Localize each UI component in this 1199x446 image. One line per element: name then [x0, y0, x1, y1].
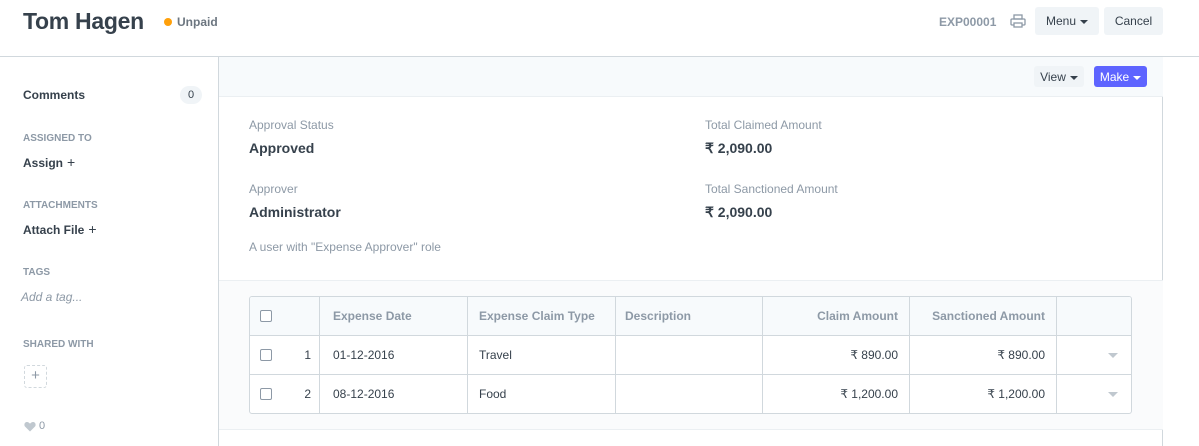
- total-sanctioned-value: ₹ 2,090.00: [705, 204, 773, 220]
- total-claimed-value: ₹ 2,090.00: [705, 140, 773, 156]
- row-actions-cell: [1057, 336, 1131, 374]
- column-header: Expense Date: [320, 297, 468, 335]
- section-divider: [219, 429, 1163, 430]
- actions-header: [1057, 297, 1131, 335]
- row-checkbox[interactable]: [260, 388, 272, 400]
- plus-icon: +: [67, 154, 76, 170]
- status-text: Unpaid: [177, 15, 218, 29]
- attach-file-text: Attach File: [23, 223, 85, 237]
- menu-button-label: Menu: [1045, 14, 1077, 28]
- approver-description: A user with "Expense Approver" role: [249, 240, 441, 254]
- view-button-label: View: [1040, 69, 1066, 84]
- column-header: Expense Claim Type: [468, 297, 616, 335]
- status-indicator: Unpaid: [164, 15, 218, 29]
- assign-link[interactable]: Assign +: [23, 154, 75, 170]
- description-cell[interactable]: [616, 336, 763, 374]
- sanctioned-amount-cell[interactable]: ₹ 890.00: [910, 336, 1057, 374]
- status-dot-icon: [164, 18, 172, 26]
- add-share-button[interactable]: +: [24, 365, 47, 388]
- assign-link-text: Assign: [23, 156, 64, 170]
- expense-date-cell[interactable]: 01-12-2016: [320, 336, 468, 374]
- sanctioned-amount-cell[interactable]: ₹ 1,200.00: [910, 375, 1057, 413]
- expense-type-cell[interactable]: Food: [468, 375, 616, 413]
- row-index: 2: [285, 375, 320, 413]
- column-header: Claim Amount: [763, 297, 910, 335]
- shared-with-label: SHARED WITH: [23, 339, 94, 350]
- approval-status-value: Approved: [249, 140, 315, 156]
- select-all-checkbox[interactable]: [260, 310, 272, 322]
- attachments-label: ATTACHMENTS: [23, 200, 98, 211]
- plus-icon: +: [88, 221, 97, 237]
- table-row[interactable]: 1 01-12-2016 Travel ₹ 890.00 ₹ 890.00: [250, 336, 1131, 375]
- select-all-cell: [250, 297, 285, 335]
- form-toolbar: View Make: [219, 57, 1163, 97]
- document-id: EXP00001: [939, 15, 997, 29]
- likes-indicator[interactable]: 0: [24, 420, 45, 432]
- row-select-cell: [250, 375, 285, 413]
- total-sanctioned-label: Total Sanctioned Amount: [705, 182, 838, 196]
- form-main: View Make Approval Status Approved Appro…: [219, 57, 1163, 446]
- expense-date-cell[interactable]: 08-12-2016: [320, 375, 468, 413]
- printer-icon[interactable]: [1010, 14, 1026, 28]
- column-header: Description: [616, 297, 763, 335]
- row-index: 1: [285, 336, 320, 374]
- total-claimed-label: Total Claimed Amount: [705, 118, 822, 132]
- claim-amount-cell[interactable]: ₹ 890.00: [763, 336, 910, 374]
- approver-label: Approver: [249, 182, 298, 196]
- column-header: Sanctioned Amount: [910, 297, 1057, 335]
- make-button-label: Make: [1099, 69, 1130, 84]
- make-button[interactable]: Make: [1094, 66, 1147, 87]
- expense-type-cell[interactable]: Travel: [468, 336, 616, 374]
- tags-label: TAGS: [23, 267, 51, 278]
- heart-icon: [24, 421, 36, 431]
- row-dropdown-icon[interactable]: [1108, 352, 1118, 358]
- caret-down-icon: [1069, 75, 1078, 80]
- claim-amount-cell[interactable]: ₹ 1,200.00: [763, 375, 910, 413]
- menu-button[interactable]: Menu: [1035, 7, 1099, 35]
- table-row[interactable]: 2 08-12-2016 Food ₹ 1,200.00 ₹ 1,200.00: [250, 375, 1131, 413]
- approver-value: Administrator: [249, 204, 341, 220]
- form-sidebar: Comments 0 ASSIGNED TO Assign + ATTACHMEN…: [0, 57, 219, 446]
- comments-label[interactable]: Comments: [23, 88, 85, 102]
- add-tag-input[interactable]: Add a tag...: [21, 290, 82, 304]
- approval-status-label: Approval Status: [249, 118, 334, 132]
- row-actions-cell: [1057, 375, 1131, 413]
- page-header: Tom Hagen Unpaid EXP00001 Menu Cancel: [0, 0, 1199, 57]
- attach-file-link[interactable]: Attach File +: [23, 221, 97, 237]
- description-cell[interactable]: [616, 375, 763, 413]
- caret-down-icon: [1080, 20, 1089, 24]
- page-title: Tom Hagen: [23, 8, 144, 34]
- expenses-table: Expense Date Expense Claim Type Descript…: [249, 296, 1132, 414]
- row-dropdown-icon[interactable]: [1108, 391, 1118, 397]
- view-button[interactable]: View: [1034, 66, 1084, 87]
- row-checkbox[interactable]: [260, 349, 272, 361]
- caret-down-icon: [1133, 75, 1142, 80]
- likes-count: 0: [39, 420, 46, 432]
- assigned-to-label: ASSIGNED TO: [23, 133, 92, 144]
- table-header-row: Expense Date Expense Claim Type Descript…: [250, 297, 1131, 336]
- cancel-button[interactable]: Cancel: [1104, 7, 1163, 35]
- index-header: [285, 297, 320, 335]
- comments-count-badge: 0: [180, 86, 202, 104]
- row-select-cell: [250, 336, 285, 374]
